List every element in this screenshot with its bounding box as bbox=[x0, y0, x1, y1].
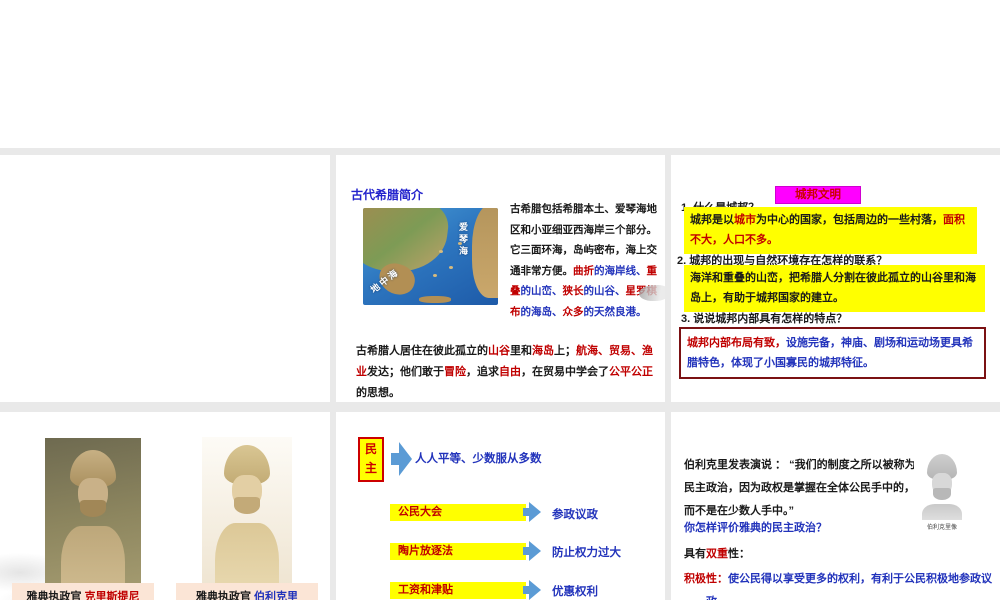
statue-beard bbox=[234, 497, 260, 514]
polis-banner: 城邦文明 bbox=[775, 186, 861, 204]
pericles-speech-text: 伯利克里发表演说 ： “我们的制度之所以被称为民主政治，因为政权是掌握在全体公民… bbox=[684, 459, 916, 517]
pericles-bust-image bbox=[914, 452, 970, 520]
statue-torso bbox=[215, 523, 279, 585]
democracy-headline: 人人平等、少数服从多数 bbox=[415, 453, 542, 465]
democracy-result-ostracism: 防止权力过大 bbox=[552, 547, 621, 559]
arrow-head bbox=[399, 442, 412, 476]
map-island-dot bbox=[449, 266, 453, 269]
template-swoosh-decoration bbox=[639, 285, 665, 301]
slide-pericles-speech: 伯利克里发表演说 ： “我们的制度之所以被称为民主政治，因为政权是掌握在全体公民… bbox=[671, 412, 1000, 600]
arrow-right-icon bbox=[523, 541, 543, 561]
map-asia-minor-shape bbox=[472, 208, 498, 298]
arrow-right-icon bbox=[523, 580, 543, 600]
greece-intro-title: 古代希腊简介 bbox=[351, 188, 424, 202]
map-label-aegean: 爱琴海 bbox=[458, 222, 468, 258]
statue-torso bbox=[922, 504, 962, 520]
statue-beard bbox=[80, 500, 106, 517]
arrow-right-icon bbox=[391, 442, 412, 476]
pericles-statue-image bbox=[202, 437, 292, 585]
arrow-right-icon bbox=[523, 502, 543, 522]
arrow-stem bbox=[391, 453, 399, 465]
arrow-head bbox=[529, 580, 541, 600]
dual-nature-line: 具有双重性： bbox=[684, 548, 750, 560]
pericles-bust-caption: 伯利克里像 bbox=[926, 525, 957, 531]
slide-grid-background: 古代希腊简介 地中海 爱琴海 古希腊包括希腊本土、爱琴海地区和小亚细亚西海岸三个… bbox=[0, 148, 1000, 600]
democracy-bar-assembly: 公民大会 bbox=[390, 504, 526, 521]
map-crete-shape bbox=[419, 296, 451, 303]
arrow-head bbox=[529, 502, 541, 522]
map-island-dot bbox=[439, 250, 443, 253]
pericles-evaluation-question: 你怎样评价雅典的民主政治？ bbox=[684, 522, 827, 534]
statue-beard bbox=[933, 488, 951, 500]
arrow-head bbox=[529, 541, 541, 561]
map-island-dot bbox=[433, 274, 437, 277]
greece-map-image: 地中海 爱琴海 bbox=[363, 208, 498, 305]
positive-aspect-line: 积极性：使公民得以享受更多的权利，有利于公民积极地参政议政。 bbox=[684, 573, 992, 600]
slide-democracy-flow: 民主 人人平等、少数服从多数 公民大会 参政议政 陶片放逐法 防止权力过大 工资… bbox=[336, 412, 665, 600]
slide-blank bbox=[0, 155, 330, 402]
democracy-result-assembly: 参政议政 bbox=[552, 509, 598, 521]
polis-answer-3: 城邦内部布局有致，设施完备，神庙、剧场和运动场更具希腊特色，体现了小国寡民的城邦… bbox=[679, 327, 986, 379]
slide-greece-intro: 古代希腊简介 地中海 爱琴海 古希腊包括希腊本土、爱琴海地区和小亚细亚西海岸三个… bbox=[336, 155, 665, 402]
democracy-bar-ostracism: 陶片放逐法 bbox=[390, 543, 526, 560]
cleisthenes-caption: 雅典执政官 克里斯提尼 bbox=[12, 583, 154, 600]
greece-people-paragraph: 古希腊人居住在彼此孤立的山谷里和海岛上；航海、贸易、渔业发达；他们敢于冒险，追求… bbox=[356, 345, 653, 399]
polis-answer-1: 城邦是以城市为中心的国家，包括周边的一些村落，面积不大，人口不多。 bbox=[684, 207, 977, 254]
greece-description-column: 古希腊包括希腊本土、爱琴海地区和小亚细亚西海岸三个部分。它三面环海，岛屿密布，海… bbox=[510, 199, 662, 322]
democracy-result-stipend: 优惠权利 bbox=[552, 586, 598, 598]
pericles-caption: 雅典执政官 伯利克里 bbox=[176, 583, 318, 600]
slide-polis-civilization: 1. 什么是城邦？ 城邦文明 城邦是以城市为中心的国家，包括周边的一些村落，面积… bbox=[671, 155, 1000, 402]
cleisthenes-statue-image bbox=[45, 438, 141, 586]
polis-answer-2: 海洋和重叠的山峦，把希腊人分割在彼此孤立的山谷里和海岛上，有助于城邦国家的建立。 bbox=[684, 265, 985, 312]
democracy-concept-box: 民主 bbox=[358, 437, 384, 482]
statue-torso bbox=[61, 526, 125, 586]
slide-statesmen: 雅典执政官 克里斯提尼 雅典执政官 伯利克里 bbox=[0, 412, 330, 600]
polis-question-3: 3. 说说城邦内部具有怎样的特点？ bbox=[681, 313, 848, 325]
democracy-bar-stipend: 工资和津贴 bbox=[390, 582, 526, 599]
